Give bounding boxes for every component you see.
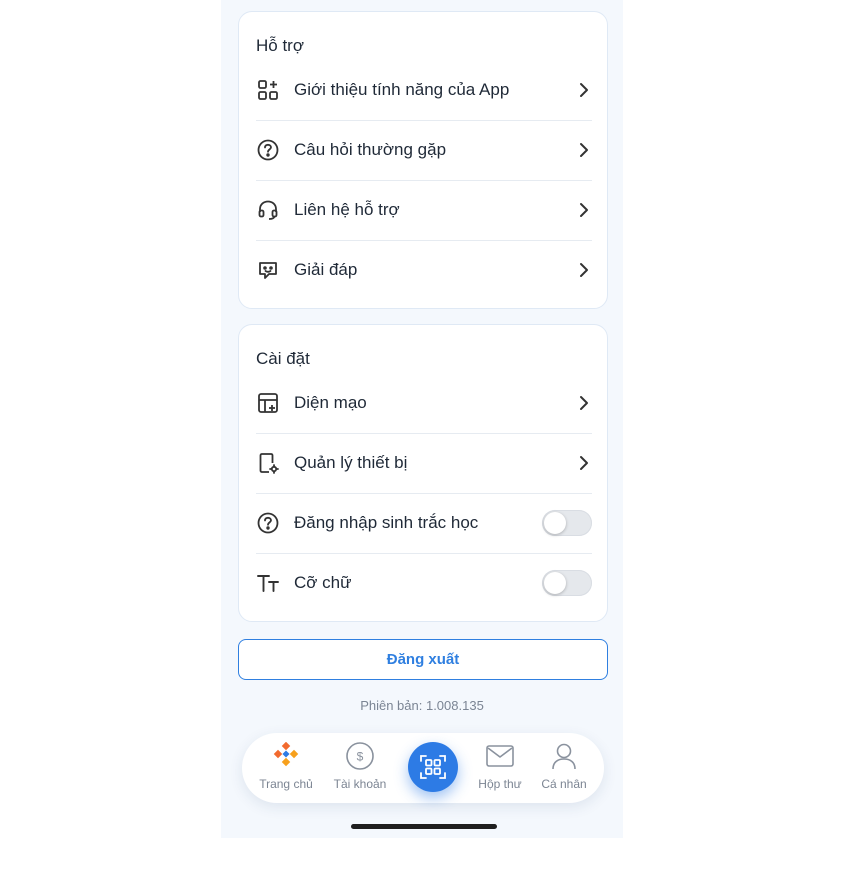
chevron-right-icon (576, 395, 592, 411)
tab-profile[interactable]: Cá nhân (532, 741, 596, 791)
chevron-right-icon (576, 202, 592, 218)
row-device-management[interactable]: Quản lý thiết bị (256, 433, 592, 494)
svg-text:$: $ (357, 750, 364, 764)
home-indicator (351, 824, 497, 829)
user-icon (532, 741, 596, 771)
row-faq[interactable]: Câu hỏi thường gặp (256, 120, 592, 181)
chevron-right-icon (576, 142, 592, 158)
row-biometric-login-label: Đăng nhập sinh trắc học (294, 513, 479, 532)
tab-home-label: Trang chủ (259, 777, 313, 791)
home-logo-icon (254, 741, 318, 771)
toggle-knob (544, 572, 566, 594)
row-faq-label: Câu hỏi thường gặp (294, 140, 447, 159)
logout-button[interactable]: Đăng xuất (238, 639, 608, 680)
row-app-features-label: Giới thiệu tính năng của App (294, 80, 510, 99)
font-size-toggle[interactable] (542, 570, 592, 596)
device-settings-icon (256, 451, 280, 475)
dollar-coin-icon: $ (328, 741, 392, 771)
question-circle-icon (256, 511, 280, 535)
bottom-tab-bar: Trang chủ $ Tài khoản Hộp thư Cá nhân (242, 733, 604, 803)
row-appearance[interactable]: Diện mạo (256, 373, 592, 434)
row-font-size-label: Cỡ chữ (294, 573, 352, 592)
row-biometric-login: Đăng nhập sinh trắc học (256, 493, 592, 554)
row-font-size: Cỡ chữ (256, 553, 592, 613)
support-card: Hỗ trợ Giới thiệu tính năng của App Câu … (238, 11, 608, 309)
question-circle-icon (256, 138, 280, 162)
phone-screen: Hỗ trợ Giới thiệu tính năng của App Câu … (221, 0, 623, 838)
row-answers-label: Giải đáp (294, 260, 358, 279)
chat-bubble-icon (256, 258, 280, 282)
tab-account[interactable]: $ Tài khoản (328, 741, 392, 791)
row-answers[interactable]: Giải đáp (256, 240, 592, 300)
row-app-features[interactable]: Giới thiệu tính năng của App (256, 60, 592, 121)
row-device-management-label: Quản lý thiết bị (294, 453, 408, 472)
chevron-right-icon (576, 262, 592, 278)
row-contact-support[interactable]: Liên hệ hỗ trợ (256, 180, 592, 241)
qr-scan-button[interactable] (408, 742, 458, 792)
app-version: Phiên bản: 1.008.135 (360, 698, 484, 713)
chevron-right-icon (576, 455, 592, 471)
settings-section-title: Cài đặt (256, 349, 310, 368)
headset-icon (256, 198, 280, 222)
mail-icon (468, 741, 532, 771)
tab-inbox-label: Hộp thư (478, 777, 522, 791)
toggle-knob (544, 512, 566, 534)
row-contact-support-label: Liên hệ hỗ trợ (294, 200, 400, 219)
tab-inbox[interactable]: Hộp thư (468, 741, 532, 791)
tab-account-label: Tài khoản (333, 777, 387, 791)
row-appearance-label: Diện mạo (294, 393, 367, 412)
settings-card: Cài đặt Diện mạo Quản lý thiết bị Đăng n… (238, 324, 608, 622)
app-features-icon (256, 78, 280, 102)
qr-scan-icon (420, 755, 446, 779)
appearance-icon (256, 391, 280, 415)
tab-profile-label: Cá nhân (541, 777, 587, 791)
tab-home[interactable]: Trang chủ (254, 741, 318, 791)
support-section-title: Hỗ trợ (256, 36, 304, 55)
biometric-login-toggle[interactable] (542, 510, 592, 536)
text-size-icon (256, 571, 280, 595)
chevron-right-icon (576, 82, 592, 98)
